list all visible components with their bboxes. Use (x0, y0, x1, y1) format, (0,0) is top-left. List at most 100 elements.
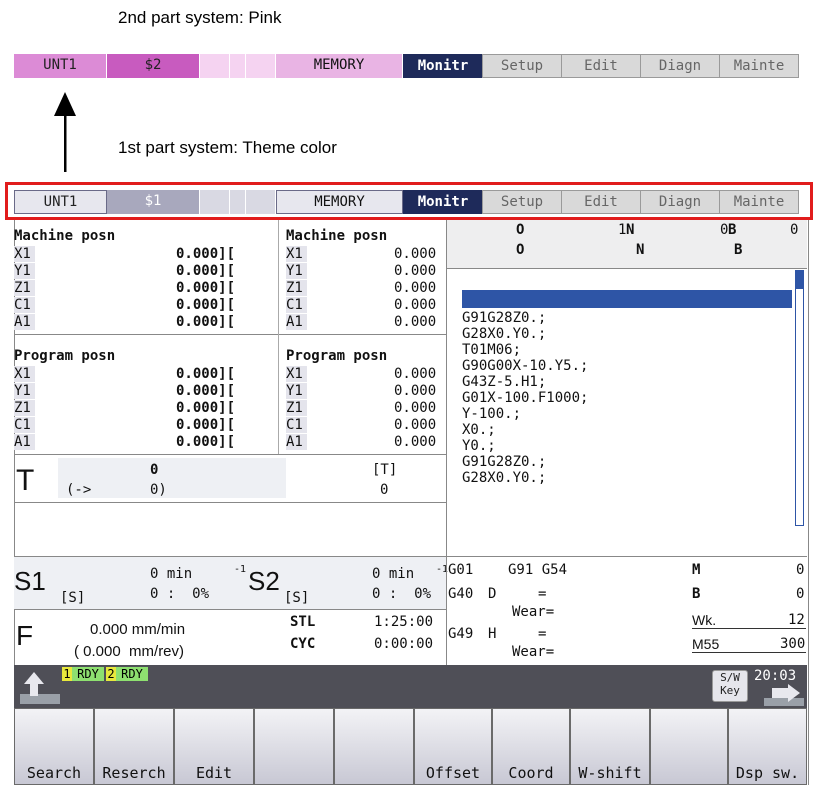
wk-label: Wk. (692, 612, 717, 628)
program-row-a1: A1 0.000][ (14, 434, 236, 450)
machine-posn-title: Machine posn (14, 228, 116, 244)
program2-row-a1: A1 0.000 (286, 434, 437, 450)
spindle-s2-speed: 0 min (372, 566, 415, 582)
sw-key-button[interactable]: S/W Key (712, 670, 748, 702)
modal-h: H (488, 626, 497, 642)
rdy2-label: RDY (116, 667, 148, 681)
softkey-coord[interactable]: Coord (492, 708, 570, 785)
machine-row-y1: Y1 0.000][ (14, 263, 236, 279)
machine-row-a1: A1 0.000][ (14, 314, 236, 330)
softkey-blank-9[interactable] (650, 708, 728, 785)
machine2-row-z1: Z1 0.000 (286, 280, 437, 296)
m55-value: 300 (780, 636, 806, 652)
clock: 20:03 (754, 668, 797, 684)
column-divider (446, 557, 447, 665)
part-system-2-bar: UNT1 $2 MEMORY Monitr Setup Edit Diagn M… (14, 54, 807, 78)
n-label: N (626, 222, 635, 238)
wk-value: 12 (788, 612, 805, 628)
program-row-x1: X1 0.000][ (14, 366, 236, 382)
spindle-s1-bracket: [S] (60, 590, 86, 606)
divider (14, 454, 446, 455)
divider (14, 609, 446, 610)
program-posn-title: Program posn (14, 348, 116, 364)
tab-setup[interactable]: Setup (482, 54, 562, 78)
program-row-z1: Z1 0.000][ (14, 400, 236, 416)
modal-d: D (488, 586, 497, 602)
indicator-cell (246, 54, 276, 78)
system-label: $2 (107, 54, 200, 78)
right-arrow-icon[interactable] (764, 684, 804, 706)
spindle-s1-pct: 0 : 0% (150, 586, 210, 602)
up-arrow-icon (54, 92, 76, 172)
machine2-row-y1: Y1 0.000 (286, 263, 437, 279)
softkey-blank-5[interactable] (334, 708, 414, 785)
program-line: G01X-100.F1000; (462, 390, 589, 406)
machine2-row-x1: X1 0.000 (286, 246, 437, 262)
divider (14, 502, 446, 503)
column-divider (446, 220, 447, 558)
underline (692, 628, 806, 629)
machine2-row-a1: A1 0.000 (286, 314, 437, 330)
softkey-blank-4[interactable] (254, 708, 334, 785)
cyc-value: 0:00:00 (374, 636, 434, 652)
indicator-cell (230, 54, 246, 78)
modal-g91-g54: G91 G54 (508, 562, 568, 578)
tab-monitr[interactable]: Monitr (403, 54, 483, 78)
rdy1-number: 1 (62, 667, 72, 681)
tab-mainte[interactable]: Mainte (719, 54, 799, 78)
program-line: X0.; (462, 422, 496, 438)
program-row-y1: Y1 0.000][ (14, 383, 236, 399)
program-line: T01M06; (462, 342, 522, 358)
program2-row-y1: Y1 0.000 (286, 383, 437, 399)
spindle-s2-label: S2 (248, 566, 280, 596)
program-cursor (462, 290, 792, 308)
program-line: G28X0.Y0.; (462, 326, 547, 342)
program-line: G91G28Z0.; (462, 310, 547, 326)
modal-wear1: Wear= (512, 604, 555, 620)
modal-g49: G49 (448, 626, 474, 642)
softkey-w-shift[interactable]: W-shift (570, 708, 650, 785)
m55-label: M55 (692, 636, 720, 652)
stl-value: 1:25:00 (374, 614, 434, 630)
tab-diagn[interactable]: Diagn (640, 54, 720, 78)
machine-posn-title-2: Machine posn (286, 228, 388, 244)
softkey-dsp-sw[interactable]: Dsp sw. (728, 708, 807, 785)
tool-t-bracket: [T] (372, 462, 398, 478)
b-value: 0 (790, 222, 799, 238)
superscript: -1 (234, 564, 247, 575)
tool-label: T (16, 464, 35, 497)
b2-label: B (734, 242, 743, 258)
softkey-offset[interactable]: Offset (414, 708, 492, 785)
tool-arrow: (-> (66, 482, 92, 498)
indicator-cell (200, 54, 230, 78)
modal-wear2: Wear= (512, 644, 555, 660)
program2-row-x1: X1 0.000 (286, 366, 437, 382)
o2-label: O (516, 242, 525, 258)
program-line: Y0.; (462, 438, 496, 454)
program-line: G91G28Z0.; (462, 454, 547, 470)
m-value: 0 (796, 562, 805, 578)
program-row-c1: C1 0.000][ (14, 417, 236, 433)
tool-value: 0 (150, 462, 159, 478)
softkey-edit[interactable]: Edit (174, 708, 254, 785)
modal-g40: G40 (448, 586, 474, 602)
softkey-search[interactable]: Search (14, 708, 94, 785)
mode-label: MEMORY (276, 54, 403, 78)
up-arrow-icon[interactable] (20, 670, 60, 704)
modal-g01: G01 (448, 562, 474, 578)
softkey-reserch[interactable]: Reserch (94, 708, 174, 785)
column-divider (278, 220, 279, 454)
tool-next: 0) (150, 482, 167, 498)
modal-eq2: = (538, 626, 547, 642)
b-label: B (728, 222, 737, 238)
program-line: G43Z-5.H1; (462, 374, 547, 390)
program-line: G28X0.Y0.; (462, 470, 547, 486)
scrollbar-thumb[interactable] (796, 271, 803, 289)
caption-first-system: 1st part system: Theme color (118, 138, 337, 157)
machine-row-c1: C1 0.000][ (14, 297, 236, 313)
tab-edit[interactable]: Edit (561, 54, 641, 78)
spindle-s1-label: S1 (14, 566, 46, 596)
program-scrollbar[interactable] (795, 270, 804, 526)
unit-label: UNT1 (14, 54, 107, 78)
m-label: M (692, 562, 701, 578)
